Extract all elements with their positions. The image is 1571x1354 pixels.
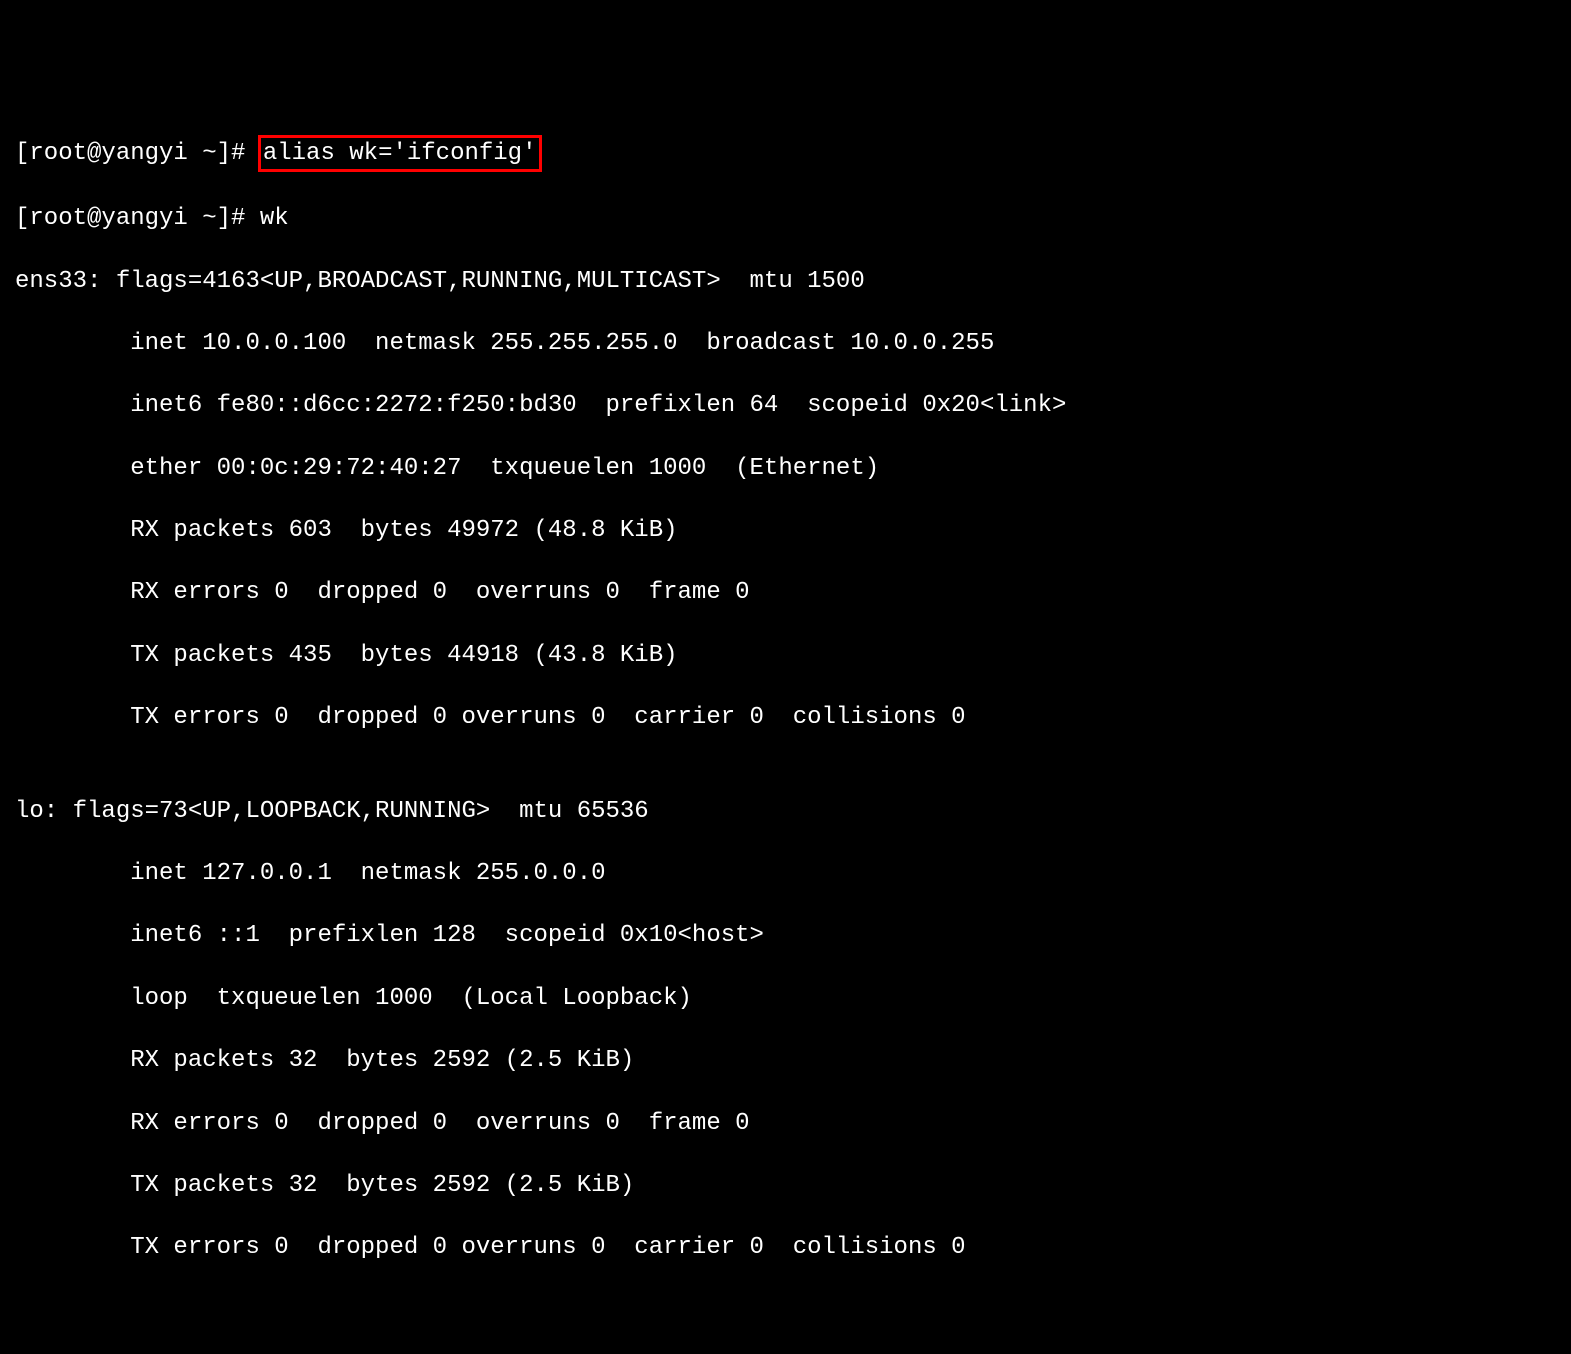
lo-inet: inet 127.0.0.1 netmask 255.0.0.0 [15, 858, 1556, 889]
lo-tx-packets: TX packets 32 bytes 2592 (2.5 KiB) [15, 1170, 1556, 1201]
lo-header: lo: flags=73<UP,LOOPBACK,RUNNING> mtu 65… [15, 796, 1556, 827]
ens33-inet6: inet6 fe80::d6cc:2272:f250:bd30 prefixle… [15, 390, 1556, 421]
ens33-rx-errors: RX errors 0 dropped 0 overruns 0 frame 0 [15, 577, 1556, 608]
terminal-line-1: [root@yangyi ~]# alias wk='ifconfig' [15, 135, 1556, 172]
ens33-tx-packets: TX packets 435 bytes 44918 (43.8 KiB) [15, 640, 1556, 671]
ens33-header: ens33: flags=4163<UP,BROADCAST,RUNNING,M… [15, 266, 1556, 297]
shell-prompt: [root@yangyi ~]# [15, 205, 260, 232]
shell-prompt: [root@yangyi ~]# [15, 140, 260, 167]
ens33-rx-packets: RX packets 603 bytes 49972 (48.8 KiB) [15, 515, 1556, 546]
terminal-line-2: [root@yangyi ~]# wk [15, 203, 1556, 234]
ens33-tx-errors: TX errors 0 dropped 0 overruns 0 carrier… [15, 702, 1556, 733]
alias-command-text: alias wk='ifconfig' [263, 140, 537, 167]
lo-inet6: inet6 ::1 prefixlen 128 scopeid 0x10<hos… [15, 920, 1556, 951]
highlighted-command: alias wk='ifconfig' [258, 135, 542, 172]
lo-rx-packets: RX packets 32 bytes 2592 (2.5 KiB) [15, 1045, 1556, 1076]
lo-tx-errors: TX errors 0 dropped 0 overruns 0 carrier… [15, 1232, 1556, 1263]
ens33-ether: ether 00:0c:29:72:40:27 txqueuelen 1000 … [15, 453, 1556, 484]
ens33-inet: inet 10.0.0.100 netmask 255.255.255.0 br… [15, 328, 1556, 359]
wk-command: wk [260, 205, 289, 232]
lo-rx-errors: RX errors 0 dropped 0 overruns 0 frame 0 [15, 1108, 1556, 1139]
lo-loop: loop txqueuelen 1000 (Local Loopback) [15, 983, 1556, 1014]
